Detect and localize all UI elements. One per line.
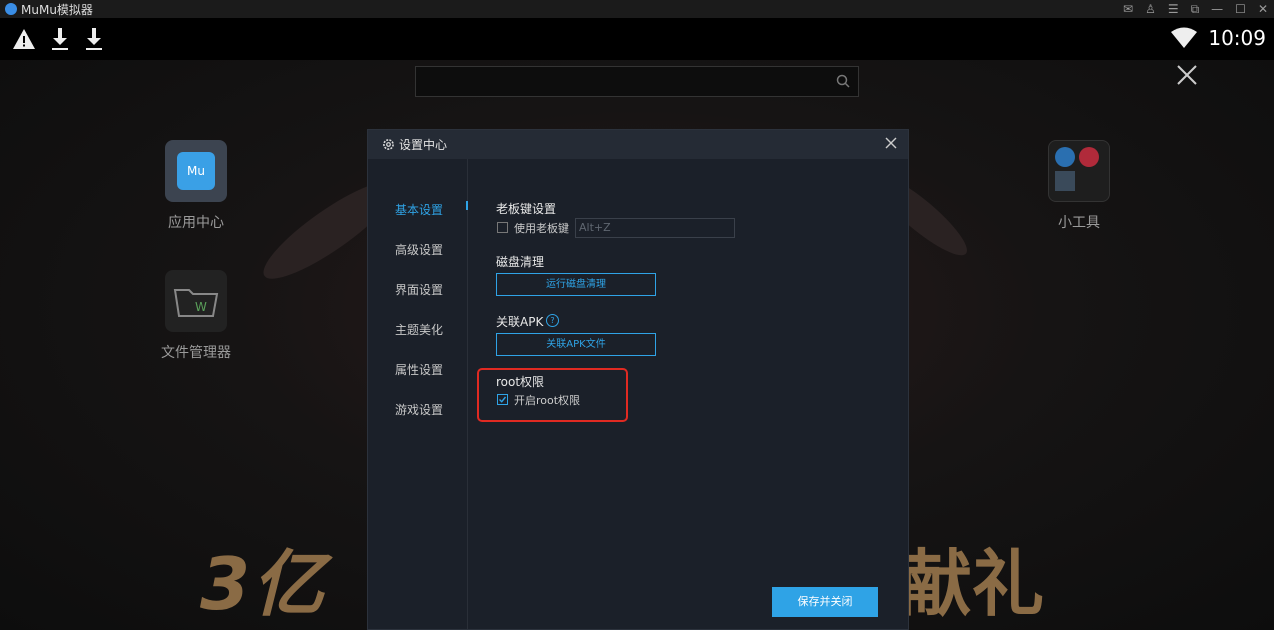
search-icon[interactable] [836, 74, 850, 88]
boss-key-hotkey-field[interactable]: Alt+Z [575, 218, 735, 238]
android-statusbar: 10:09 [0, 18, 1274, 60]
nav-interface-settings[interactable]: 界面设置 [395, 281, 443, 298]
download-icon [86, 28, 102, 50]
boss-key-title: 老板键设置 [496, 202, 557, 216]
boss-key-checkbox[interactable] [497, 222, 508, 233]
clock: 10:09 [1208, 26, 1266, 50]
dialog-header: 设置中心 [368, 130, 908, 159]
window-controls: ✉ ♙ ☰ ⧉ — ☐ ✕ [1123, 0, 1268, 18]
window-title: MuMu模拟器 [21, 2, 93, 17]
warning-icon [13, 29, 35, 49]
dialog-title: 设置中心 [399, 138, 448, 152]
tools-icon [1048, 140, 1110, 202]
run-disk-clean-button[interactable]: 运行磁盘清理 [496, 273, 656, 296]
tools-folder[interactable]: 小工具 [1029, 140, 1129, 232]
nav-basic-settings[interactable]: 基本设置 [395, 201, 443, 218]
menu-icon[interactable]: ☰ [1168, 2, 1179, 16]
user-icon[interactable]: ♙ [1145, 2, 1156, 16]
search-input[interactable] [415, 66, 859, 97]
nav-theme[interactable]: 主题美化 [395, 321, 443, 338]
window-titlebar: MuMu模拟器 ✉ ♙ ☰ ⧉ — ☐ ✕ [0, 0, 1274, 18]
wifi-icon [1171, 27, 1198, 48]
download-icon [52, 28, 68, 50]
save-and-close-button[interactable]: 保存并关闭 [772, 587, 878, 617]
svg-text:W: W [195, 300, 207, 314]
app-center-icon: Mu [165, 140, 227, 202]
nav-game-settings[interactable]: 游戏设置 [395, 401, 443, 418]
disk-clean-title: 磁盘清理 [496, 255, 545, 269]
boss-key-checkbox-label: 使用老板键 [514, 222, 569, 235]
app-label: 应用中心 [168, 215, 224, 231]
close-window-icon[interactable]: ✕ [1258, 2, 1268, 16]
associate-apk-title: 关联APK [496, 315, 544, 329]
app-center[interactable]: Mu 应用中心 [146, 140, 246, 232]
folder-icon: W [165, 270, 227, 332]
app-label: 小工具 [1058, 215, 1100, 231]
associate-apk-button[interactable]: 关联APK文件 [496, 333, 656, 356]
settings-dialog: 设置中心 基本设置 高级设置 界面设置 主题美化 属性设置 游戏设置 老板键设置… [367, 129, 909, 630]
gear-icon [383, 139, 394, 150]
file-manager[interactable]: W 文件管理器 [146, 270, 246, 362]
close-overlay-icon[interactable] [1176, 64, 1198, 86]
minimize-icon[interactable]: — [1211, 2, 1223, 16]
banner-text: 3亿 [200, 542, 327, 626]
settings-nav: 基本设置 高级设置 界面设置 主题美化 属性设置 游戏设置 [368, 159, 468, 629]
nav-advanced-settings[interactable]: 高级设置 [395, 241, 443, 258]
mumu-logo-icon [5, 3, 17, 15]
maximize-icon[interactable]: ☐ [1235, 2, 1246, 16]
help-icon[interactable]: ? [546, 314, 559, 327]
root-highlight-box [477, 368, 628, 422]
mail-icon[interactable]: ✉ [1123, 2, 1133, 16]
restore-icon[interactable]: ⧉ [1191, 2, 1200, 17]
close-icon[interactable] [884, 136, 898, 150]
banner-text: 献礼 [900, 542, 1045, 626]
nav-property-settings[interactable]: 属性设置 [395, 361, 443, 378]
nav-active-indicator [466, 201, 468, 210]
app-label: 文件管理器 [161, 345, 231, 361]
